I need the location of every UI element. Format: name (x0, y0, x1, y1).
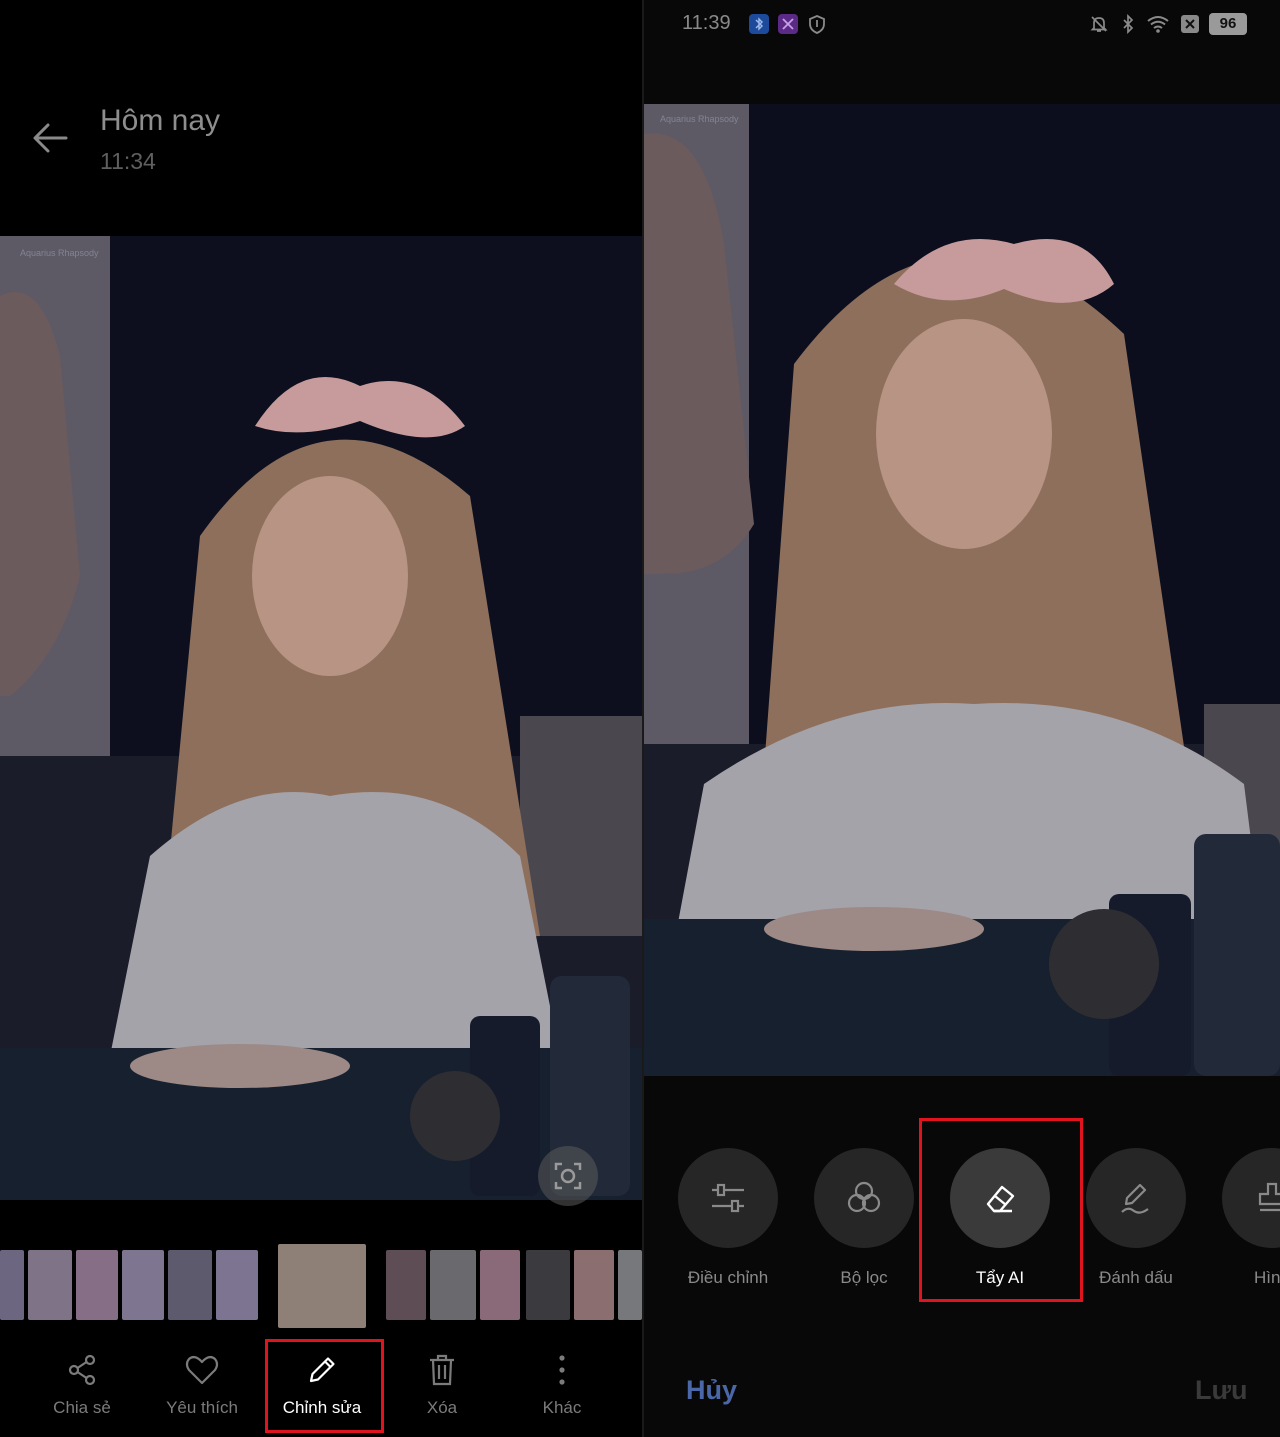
tool-markup-label: Đánh dấu (1099, 1268, 1173, 1287)
stamp-icon (1258, 1182, 1280, 1212)
tool-adjust-circle[interactable] (678, 1148, 778, 1248)
thumbnail[interactable] (0, 1250, 24, 1320)
thumbnail[interactable] (168, 1250, 212, 1320)
share-icon (68, 1354, 96, 1386)
bluetooth-icon (1123, 14, 1134, 34)
edit-canvas[interactable]: Aquarius Rhapsody (644, 104, 1280, 1076)
thumbnail-strip[interactable] (0, 1244, 642, 1328)
share-label: Chia sẻ (53, 1398, 111, 1417)
back-button[interactable] (28, 116, 72, 160)
delete-label: Xóa (426, 1398, 458, 1417)
shield-icon (809, 15, 825, 34)
heart-icon (185, 1355, 219, 1385)
thumbnail[interactable] (430, 1250, 476, 1320)
tool-sticker-circle[interactable] (1222, 1148, 1280, 1248)
highlight-box-ai-eraser (919, 1118, 1083, 1302)
cancel-button[interactable]: Hủy (686, 1375, 737, 1406)
thumbnail-current[interactable] (278, 1244, 366, 1328)
photo-image (644, 104, 1280, 1076)
more-label: Khác (542, 1398, 582, 1417)
thumbnail[interactable] (76, 1250, 118, 1320)
thumbnail[interactable] (618, 1250, 642, 1320)
album-title: Hôm nay (100, 104, 221, 137)
sim-x-icon (1181, 15, 1199, 33)
tool-sticker-label: Hình (1254, 1268, 1280, 1287)
thumbnail[interactable] (480, 1250, 520, 1320)
photo-editor-screen: 11:39 96 Aquarius Rhapsody Điều chỉnh Bộ… (644, 0, 1280, 1437)
lens-button[interactable] (538, 1146, 598, 1206)
filter-circles-icon (847, 1181, 881, 1213)
thumbnail[interactable] (526, 1250, 570, 1320)
more-vertical-icon (559, 1355, 565, 1385)
more-button[interactable]: Khác (507, 1352, 617, 1432)
mute-bell-icon (1090, 16, 1108, 32)
photo-viewer[interactable]: Aquarius Rhapsody (0, 236, 642, 1200)
thumbnail[interactable] (386, 1250, 426, 1320)
photo-watermark: Aquarius Rhapsody (660, 114, 739, 124)
highlight-box-edit (265, 1339, 384, 1433)
app-notification-icon (778, 14, 798, 34)
markup-pen-icon (1121, 1183, 1149, 1214)
thumbnail[interactable] (574, 1250, 614, 1320)
favorite-label: Yêu thích (166, 1398, 238, 1417)
status-time: 11:39 (682, 12, 731, 34)
share-button[interactable]: Chia sẻ (27, 1352, 137, 1432)
thumbnail[interactable] (216, 1250, 258, 1320)
thumbnail[interactable] (28, 1250, 72, 1320)
scan-lens-icon (554, 1162, 582, 1190)
tool-adjust-label: Điều chỉnh (687, 1268, 769, 1287)
delete-button[interactable]: Xóa (387, 1352, 497, 1432)
tool-markup[interactable]: Đánh dấu (1076, 1148, 1196, 1288)
tool-filter[interactable]: Bộ lọc (804, 1148, 924, 1288)
gallery-viewer-screen: Hôm nay 11:34 Aquarius Rhapsody Chia sẻ … (0, 0, 642, 1437)
tool-filter-circle[interactable] (814, 1148, 914, 1248)
sliders-icon (712, 1183, 744, 1213)
bluetooth-app-icon (749, 14, 769, 34)
save-button[interactable]: Lưu (1195, 1375, 1248, 1406)
tool-sticker[interactable]: Hình (1212, 1148, 1280, 1288)
photo-image (0, 236, 642, 1200)
wifi-icon (1147, 16, 1169, 33)
photo-time: 11:34 (100, 148, 156, 174)
tool-adjust[interactable]: Điều chỉnh (668, 1148, 788, 1288)
trash-icon (430, 1354, 454, 1386)
battery-indicator: 96 (1209, 13, 1247, 35)
tool-markup-circle[interactable] (1086, 1148, 1186, 1248)
thumbnail[interactable] (122, 1250, 164, 1320)
tool-filter-label: Bộ lọc (840, 1268, 888, 1287)
photo-watermark: Aquarius Rhapsody (20, 248, 99, 258)
favorite-button[interactable]: Yêu thích (147, 1352, 257, 1432)
back-arrow-icon (33, 123, 68, 153)
